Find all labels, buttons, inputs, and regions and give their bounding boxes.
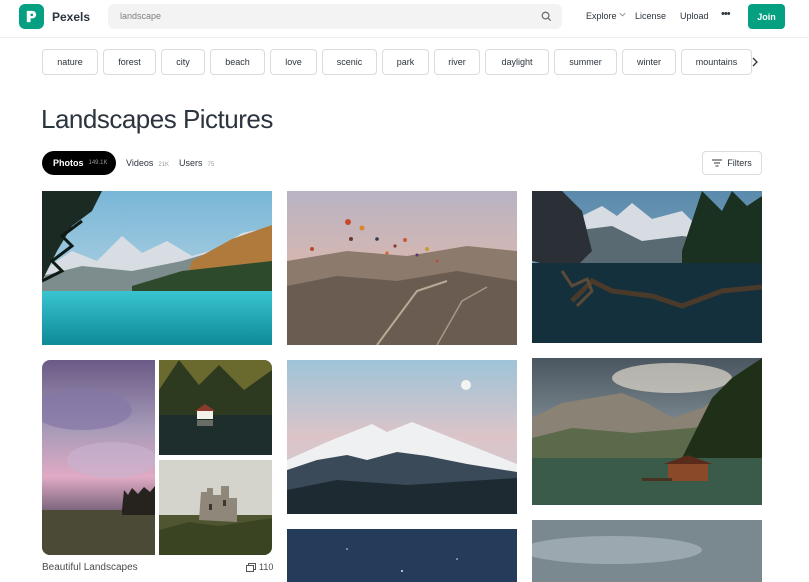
chip-nature[interactable]: nature (42, 49, 98, 75)
search-input[interactable]: landscape (120, 11, 161, 21)
photo-night-sky[interactable] (287, 529, 517, 582)
search-bar[interactable]: landscape (108, 4, 562, 29)
photo-cloudy-sky[interactable] (532, 520, 762, 582)
chip-winter[interactable]: winter (622, 49, 676, 75)
chip-forest[interactable]: forest (103, 49, 156, 75)
photo-hot-air-balloons[interactable] (287, 191, 517, 345)
tab-users-count: 75 (207, 162, 215, 168)
tab-photos[interactable]: Photos 149.1K (42, 151, 116, 175)
photo-alpine-lake-boathouse[interactable] (532, 358, 762, 505)
chip-love[interactable]: love (270, 49, 317, 75)
chip-summer[interactable]: summer (554, 49, 617, 75)
header-divider (0, 37, 809, 38)
tab-videos[interactable]: Videos 21K (126, 158, 169, 168)
filters-label: Filters (727, 158, 752, 168)
tab-videos-count: 21K (158, 162, 170, 168)
top-header: Pexels landscape Explore License Upload … (0, 0, 809, 34)
search-icon[interactable] (540, 10, 553, 23)
chip-city[interactable]: city (161, 49, 205, 75)
chip-daylight[interactable]: daylight (485, 49, 549, 75)
photo-snowy-mountain-moon[interactable] (287, 360, 517, 514)
chip-park[interactable]: park (382, 49, 429, 75)
pexels-logo-icon[interactable] (19, 4, 44, 29)
photos-stack-icon (246, 562, 256, 572)
more-icon[interactable]: ••• (721, 8, 731, 20)
collection-title[interactable]: Beautiful Landscapes (42, 562, 138, 573)
chip-river[interactable]: river (434, 49, 480, 75)
filters-button[interactable]: Filters (702, 151, 762, 175)
nav-explore[interactable]: Explore (586, 11, 617, 21)
brand-name[interactable]: Pexels (52, 10, 90, 24)
chip-beach[interactable]: beach (210, 49, 265, 75)
photo-turquoise-lake[interactable] (42, 191, 272, 345)
tab-photos-label: Photos (53, 158, 84, 168)
nav-license[interactable]: License (635, 11, 666, 21)
tab-users[interactable]: Users 75 (179, 158, 214, 168)
join-button[interactable]: Join (748, 4, 785, 29)
collection-count: 110 (246, 562, 273, 572)
chip-scenic[interactable]: scenic (322, 49, 377, 75)
tag-chips: nature forest city beach love scenic par… (42, 49, 754, 76)
collection-count-value: 110 (259, 562, 274, 572)
filters-icon (712, 159, 723, 167)
chevron-right-icon[interactable] (751, 57, 759, 67)
nav-upload[interactable]: Upload (680, 11, 709, 21)
tab-users-label: Users (179, 158, 203, 168)
collection-cover-purple-sky[interactable] (42, 360, 155, 555)
collection-photo-castle-ruins[interactable] (159, 460, 272, 555)
chip-mountains[interactable]: mountains (681, 49, 752, 75)
collection-photo-lake-cabin[interactable] (159, 360, 272, 455)
tab-videos-label: Videos (126, 158, 154, 168)
chevron-down-icon[interactable] (618, 10, 627, 19)
page-title: Landscapes Pictures (41, 104, 273, 134)
tab-photos-count: 149.1K (88, 160, 108, 166)
photo-mountain-lake-driftwood[interactable] (532, 191, 762, 343)
